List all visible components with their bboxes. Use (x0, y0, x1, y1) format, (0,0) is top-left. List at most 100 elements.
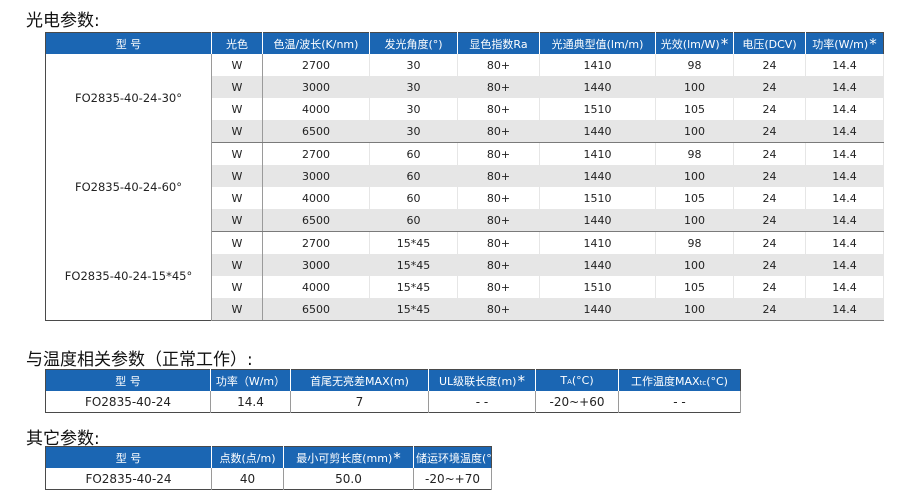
cell-cri: 80+ (457, 98, 540, 120)
cell-luminous-flux: 1510 (539, 187, 656, 209)
thermal-section-title: 与温度相关参数（正常工作）: (26, 350, 253, 370)
cell-voltage: 24 (733, 187, 806, 209)
col-beam-angle: 发光角度(°) (369, 32, 458, 54)
col-storage-temp: 储运环境温度(°C) (413, 446, 504, 468)
cell-beam-angle: 60 (369, 187, 458, 209)
cell-cri: 80+ (457, 254, 540, 276)
cell-luminous-flux: 1440 (539, 209, 656, 232)
cell-efficacy: 105 (655, 187, 734, 209)
cell-cri: 80+ (457, 209, 540, 232)
other-params-table: 型 号 点数(点/m) 最小可剪长度(mm)* 储运环境温度(°C) FO283… (45, 446, 504, 490)
cell-efficacy: 98 (655, 231, 734, 254)
table-row: FO2835-40-24 40 50.0 -20~+70 (45, 468, 492, 490)
cell-power: 14.4 (805, 165, 884, 187)
star-icon: * (720, 34, 729, 53)
col-model: 型 号 (45, 32, 212, 54)
cell-light-color: W (211, 76, 263, 98)
thermal-header-row: 型 号 功率（W/m） 首尾无亮差MAX(m) UL级联长度(m)* TA(°C… (45, 369, 741, 391)
cell-beam-angle: 30 (369, 76, 458, 98)
optical-header-row: 型 号 光色 色温/波长(K/nm) 发光角度(°) 显色指数Ra 光通典型值(… (45, 32, 884, 54)
cell-light-color: W (211, 120, 263, 143)
cell-luminous-flux: 1510 (539, 98, 656, 120)
cell-cri: 80+ (457, 298, 540, 321)
cell-model: FO2835-40-24-15*45° (45, 231, 212, 321)
col-model: 型 号 (45, 369, 211, 391)
cell-voltage: 24 (733, 298, 806, 321)
cell-power: 14.4 (805, 76, 884, 98)
col-light-color: 光色 (211, 32, 263, 54)
cell-ul-length: - - (428, 391, 536, 413)
cell-efficacy: 105 (655, 276, 734, 298)
cell-cct: 3000 (262, 165, 370, 187)
col-max-working-temp: 工作温度MAXtc(°C) (618, 369, 741, 391)
cell-cri: 80+ (457, 54, 540, 76)
optical-section-title: 光电参数: (26, 11, 100, 31)
col-voltage: 电压(DCV) (733, 32, 806, 54)
cell-efficacy: 100 (655, 76, 734, 98)
cell-power: 14.4 (805, 98, 884, 120)
star-icon: * (869, 34, 877, 53)
cell-luminous-flux: 1410 (539, 54, 656, 76)
cell-cri: 80+ (457, 165, 540, 187)
optical-params-table: 型 号 光色 色温/波长(K/nm) 发光角度(°) 显色指数Ra 光通典型值(… (45, 32, 884, 321)
cell-beam-angle: 15*45 (369, 231, 458, 254)
cell-beam-angle: 60 (369, 209, 458, 232)
cell-efficacy: 100 (655, 120, 734, 143)
cell-model: FO2835-40-24 (45, 468, 212, 490)
cell-voltage: 24 (733, 120, 806, 143)
cell-beam-angle: 15*45 (369, 276, 458, 298)
col-luminous-flux: 光通典型值(lm/m) (539, 32, 656, 54)
col-efficacy: 光效(lm/W)* (655, 32, 734, 54)
cell-power: 14.4 (805, 120, 884, 143)
cell-min-cut: 50.0 (283, 468, 414, 490)
cell-beam-angle: 30 (369, 120, 458, 143)
cell-luminous-flux: 1440 (539, 254, 656, 276)
cell-light-color: W (211, 231, 263, 254)
cell-light-color: W (211, 98, 263, 120)
cell-power: 14.4 (805, 54, 884, 76)
cell-cri: 80+ (457, 231, 540, 254)
cell-efficacy: 100 (655, 254, 734, 276)
cell-cct: 2700 (262, 231, 370, 254)
cell-cct: 4000 (262, 98, 370, 120)
cell-efficacy: 105 (655, 98, 734, 120)
cell-beam-angle: 15*45 (369, 298, 458, 321)
cell-cct: 4000 (262, 187, 370, 209)
cell-luminous-flux: 1410 (539, 231, 656, 254)
cell-luminous-flux: 1440 (539, 76, 656, 98)
cell-cri: 80+ (457, 120, 540, 143)
cell-model: FO2835-40-24 (45, 391, 211, 413)
cell-cct: 2700 (262, 142, 370, 165)
cell-model: FO2835-40-24-30° (45, 54, 212, 143)
cell-light-color: W (211, 142, 263, 165)
cell-voltage: 24 (733, 142, 806, 165)
cell-efficacy: 100 (655, 209, 734, 232)
cell-luminous-flux: 1440 (539, 165, 656, 187)
cell-light-color: W (211, 254, 263, 276)
cell-ta: -20~+60 (535, 391, 619, 413)
cell-beam-angle: 30 (369, 54, 458, 76)
cell-light-color: W (211, 276, 263, 298)
cell-points: 40 (211, 468, 284, 490)
star-icon: * (517, 371, 525, 390)
cell-model: FO2835-40-24-60° (45, 142, 212, 232)
cell-light-color: W (211, 187, 263, 209)
cell-efficacy: 100 (655, 298, 734, 321)
cell-cct: 2700 (262, 54, 370, 76)
cell-power: 14.4 (210, 391, 291, 413)
cell-voltage: 24 (733, 98, 806, 120)
col-power: 功率(W/m)* (805, 32, 884, 54)
cell-beam-angle: 15*45 (369, 254, 458, 276)
cell-cri: 80+ (457, 276, 540, 298)
other-header-row: 型 号 点数(点/m) 最小可剪长度(mm)* 储运环境温度(°C) (45, 446, 504, 468)
cell-voltage: 24 (733, 231, 806, 254)
table-row: FO2835-40-24-15*45° W 2700 15*45 80+ 1410 98 24… (45, 231, 884, 321)
table-row: FO2835-40-24-30° W 2700 30 80+ 1410 98 24 14.4 (45, 54, 884, 143)
cell-power: 14.4 (805, 276, 884, 298)
cell-light-color: W (211, 298, 263, 321)
cell-cct: 3000 (262, 76, 370, 98)
cell-voltage: 24 (733, 209, 806, 232)
table-row: FO2835-40-24 14.4 7 - - -20~+60 - - (45, 391, 741, 413)
col-ul-cascade-length: UL级联长度(m)* (428, 369, 536, 391)
cell-power: 14.4 (805, 231, 884, 254)
